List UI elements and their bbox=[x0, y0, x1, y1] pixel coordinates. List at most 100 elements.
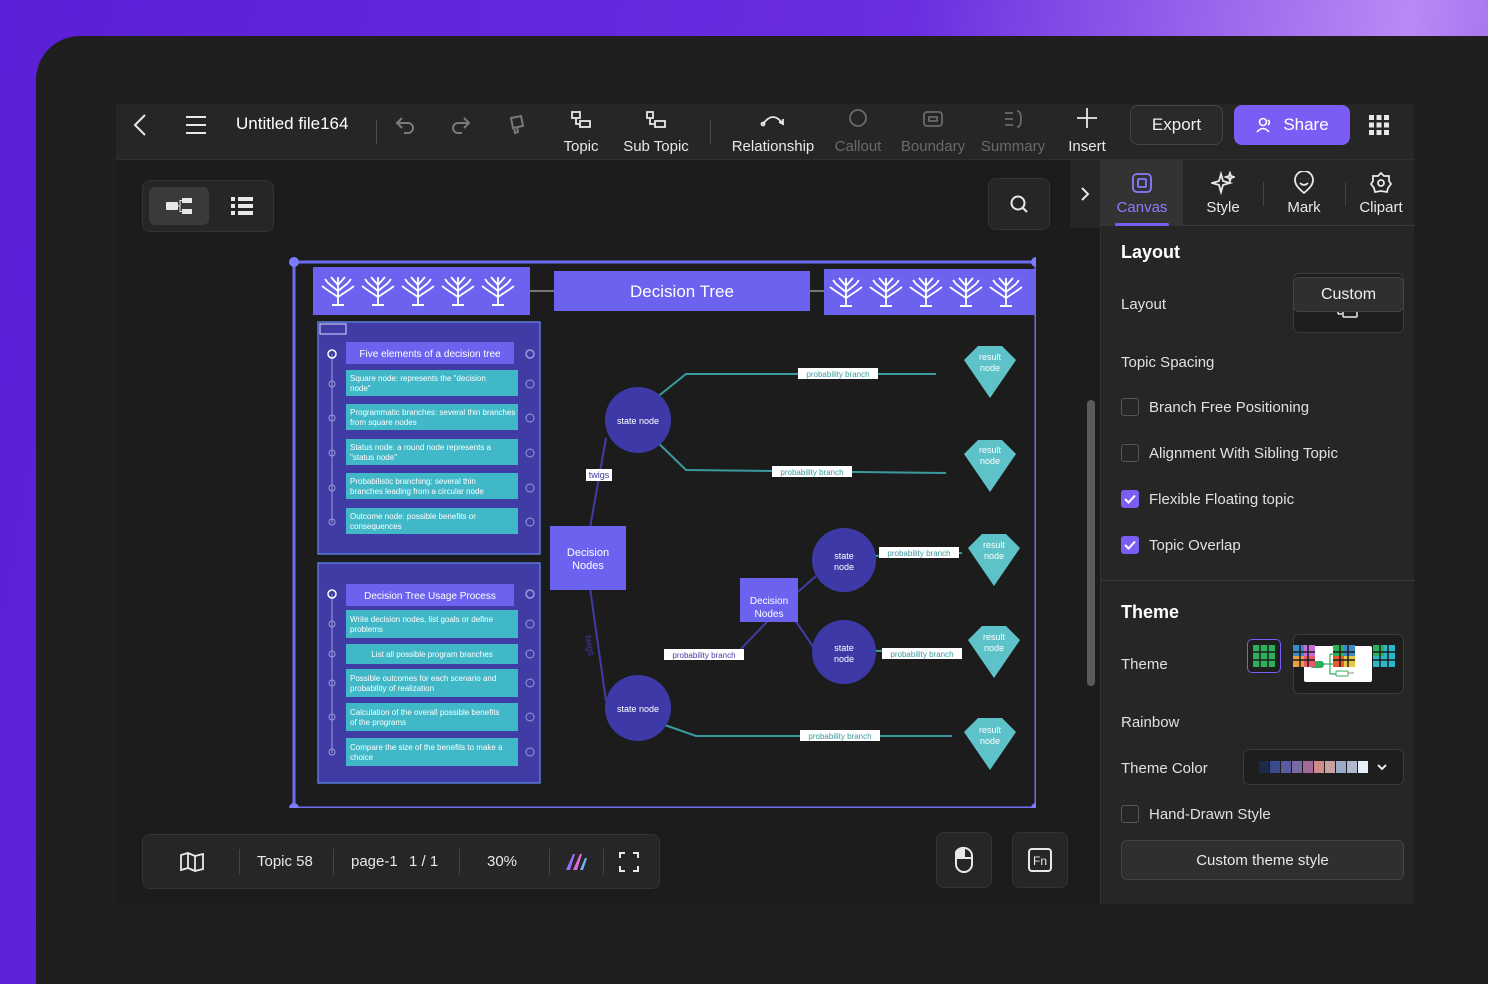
branch-label: probability branch bbox=[887, 549, 950, 558]
option-alignment-with-sibling[interactable]: Alignment With Sibling Topic bbox=[1121, 444, 1338, 462]
rainbow-grid-icon bbox=[1293, 645, 1315, 667]
toolbar-divider bbox=[376, 120, 377, 144]
resize-handle[interactable] bbox=[1031, 803, 1036, 808]
topic-icon bbox=[571, 111, 591, 128]
properties-panel: Canvas Style Mark Clipart Layout Layout … bbox=[1100, 160, 1415, 904]
color-swatch bbox=[1336, 761, 1346, 773]
summary-icon bbox=[1005, 110, 1022, 128]
mindmap-view-button[interactable] bbox=[149, 187, 209, 225]
checkbox-checked[interactable] bbox=[1121, 490, 1139, 508]
color-swatch bbox=[1259, 761, 1269, 773]
theme-label: Theme bbox=[1121, 656, 1168, 673]
format-painter-icon[interactable] bbox=[506, 112, 528, 141]
topic-count: Topic 58 bbox=[257, 853, 313, 870]
state-node-label: state node bbox=[834, 643, 854, 664]
resize-handle[interactable] bbox=[289, 257, 299, 267]
mouse-icon bbox=[955, 846, 973, 873]
result-node-label: result node bbox=[983, 632, 1006, 653]
card-item: List all possible program branches bbox=[371, 650, 492, 659]
option-branch-free-positioning[interactable]: Branch Free Positioning bbox=[1121, 398, 1309, 416]
color-swatch bbox=[1303, 761, 1313, 773]
undo-icon[interactable] bbox=[394, 114, 416, 141]
elements-card[interactable]: Five elements of a decision tree Square … bbox=[317, 321, 541, 555]
page-number: 1 / 1 bbox=[409, 853, 439, 870]
relationship-button[interactable]: Relationship bbox=[728, 104, 818, 158]
fn-icon: Fn bbox=[1028, 848, 1052, 872]
function-button[interactable]: Fn bbox=[1012, 832, 1068, 888]
tab-canvas[interactable]: Canvas bbox=[1101, 160, 1183, 226]
rainbow-option[interactable] bbox=[1327, 639, 1361, 673]
check-icon bbox=[1124, 540, 1136, 550]
result-node-label: result node bbox=[979, 352, 1002, 373]
chevron-right-icon bbox=[1081, 187, 1090, 201]
color-swatch bbox=[1270, 761, 1280, 773]
boundary-icon bbox=[923, 111, 943, 127]
smiley-icon bbox=[1294, 170, 1314, 194]
page-selector[interactable]: page-1 bbox=[351, 835, 398, 888]
panel-tabs: Canvas Style Mark Clipart bbox=[1101, 160, 1415, 226]
option-topic-overlap[interactable]: Topic Overlap bbox=[1121, 536, 1241, 554]
back-icon[interactable] bbox=[130, 112, 152, 143]
checkbox-checked[interactable] bbox=[1121, 536, 1139, 554]
share-button[interactable]: Share bbox=[1234, 105, 1350, 145]
canvas-scrollbar[interactable] bbox=[1087, 400, 1095, 686]
layout-label: Layout bbox=[1121, 296, 1167, 313]
apps-grid-icon[interactable] bbox=[1368, 114, 1390, 141]
rainbow-option[interactable] bbox=[1247, 639, 1281, 673]
card-title: Decision Tree Usage Process bbox=[364, 591, 496, 602]
tab-clipart[interactable]: Clipart bbox=[1347, 160, 1415, 226]
color-swatch bbox=[1358, 761, 1368, 773]
map-button[interactable] bbox=[179, 835, 205, 888]
export-button[interactable]: Export bbox=[1130, 105, 1223, 145]
checkbox[interactable] bbox=[1121, 805, 1139, 823]
option-hand-drawn-style[interactable]: Hand-Drawn Style bbox=[1121, 805, 1271, 823]
resize-handle[interactable] bbox=[289, 803, 299, 808]
boundary-button[interactable]: Boundary bbox=[898, 104, 968, 158]
tab-mark[interactable]: Mark bbox=[1265, 160, 1343, 226]
check-icon bbox=[1124, 494, 1136, 504]
status-bar: Topic 58 page-1 1 / 1 30% bbox=[142, 834, 660, 889]
checkbox[interactable] bbox=[1121, 398, 1139, 416]
mindmap-view-icon bbox=[166, 198, 192, 214]
summary-button[interactable]: Summary bbox=[978, 104, 1048, 158]
topic-spacing-button[interactable]: Custom bbox=[1293, 277, 1404, 312]
branch-label: probability branch bbox=[672, 651, 735, 660]
menu-icon[interactable] bbox=[184, 114, 208, 141]
fullscreen-button[interactable] bbox=[617, 835, 641, 888]
checkbox[interactable] bbox=[1121, 444, 1139, 462]
theme-color-select[interactable] bbox=[1243, 749, 1404, 785]
option-flexible-floating-topic[interactable]: Flexible Floating topic bbox=[1121, 490, 1294, 508]
topic-spacing-label: Topic Spacing bbox=[1121, 354, 1215, 371]
layout-section-title: Layout bbox=[1121, 242, 1181, 262]
card-title: Five elements of a decision tree bbox=[359, 349, 501, 360]
tab-style[interactable]: Style bbox=[1183, 160, 1263, 226]
rainbow-option[interactable] bbox=[1367, 639, 1401, 673]
custom-theme-style-button[interactable]: Custom theme style bbox=[1121, 840, 1404, 880]
mouse-mode-button[interactable] bbox=[936, 832, 992, 888]
state-node-label: state node bbox=[617, 704, 659, 714]
color-swatch bbox=[1347, 761, 1357, 773]
canvas-icon bbox=[1132, 172, 1152, 193]
resize-handle[interactable] bbox=[1031, 257, 1036, 267]
file-title[interactable]: Untitled file164 bbox=[236, 114, 348, 134]
callout-button[interactable]: Callout bbox=[830, 104, 886, 158]
twigs-label: twigs bbox=[583, 635, 596, 657]
result-node-label: result node bbox=[979, 445, 1002, 466]
search-button[interactable] bbox=[988, 178, 1050, 230]
decision-tree-diagram[interactable]: Decision Tree Five elements of a decisio… bbox=[286, 256, 1036, 808]
insert-button[interactable]: Insert bbox=[1062, 104, 1112, 158]
usage-process-card[interactable]: Decision Tree Usage Process Write decisi… bbox=[317, 562, 541, 784]
view-switch bbox=[142, 180, 274, 232]
outline-view-icon bbox=[231, 197, 253, 215]
outline-view-button[interactable] bbox=[217, 187, 267, 225]
decision-node-label: Decision Nodes bbox=[567, 547, 609, 572]
sparkle-icon bbox=[1211, 170, 1235, 195]
topic-button[interactable]: Topic bbox=[558, 104, 604, 158]
rainbow-grid-icon bbox=[1333, 645, 1355, 667]
subtopic-button[interactable]: Sub Topic bbox=[620, 104, 692, 158]
rainbow-option[interactable] bbox=[1287, 639, 1321, 673]
redo-icon[interactable] bbox=[450, 114, 472, 141]
panel-collapse-button[interactable] bbox=[1070, 160, 1100, 228]
zoom-level[interactable]: 30% bbox=[487, 835, 517, 888]
ai-assistant-button[interactable] bbox=[563, 835, 589, 888]
